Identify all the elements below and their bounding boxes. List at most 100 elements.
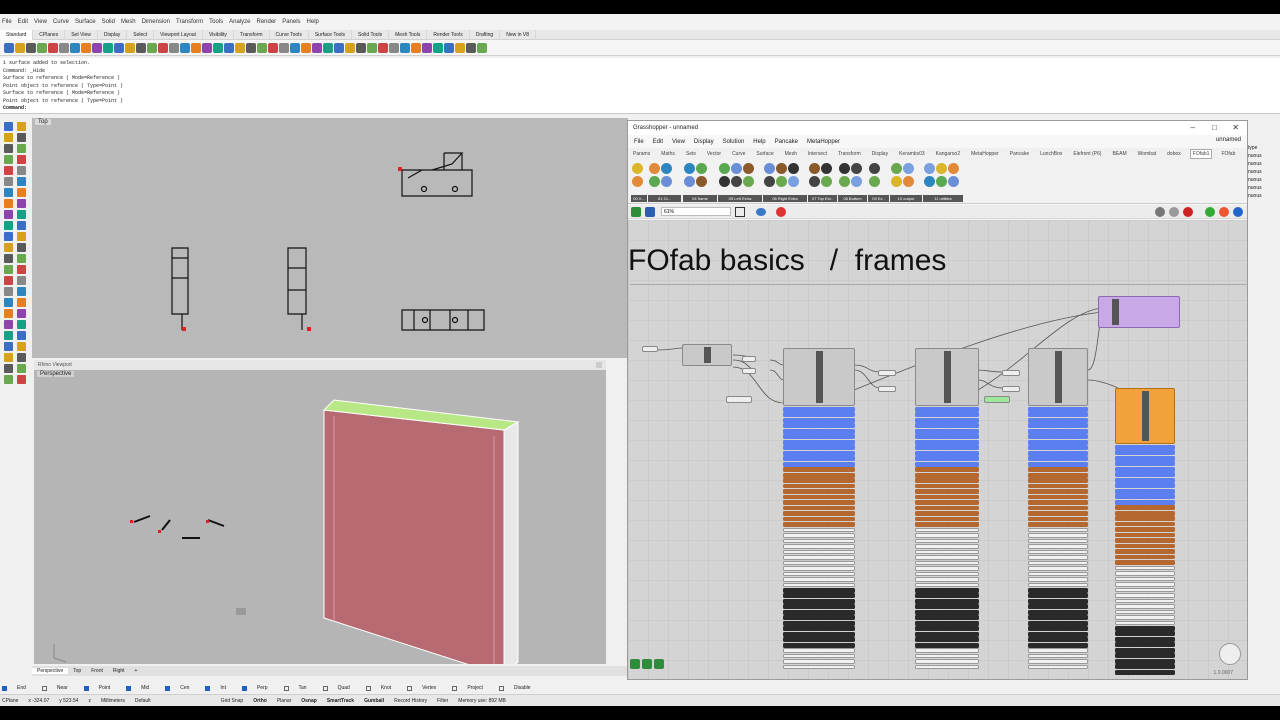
checkbox[interactable] [365, 685, 371, 691]
output-item[interactable] [783, 505, 855, 511]
toolbar-tool-icon[interactable] [158, 42, 168, 53]
toolbar-tab[interactable]: Surface Tools [309, 29, 353, 40]
toolbar-tool-icon[interactable] [477, 42, 487, 53]
toolbar-tool-icon[interactable] [290, 42, 300, 53]
toolbar-tool-icon[interactable] [257, 42, 267, 53]
output-item[interactable] [783, 604, 855, 610]
output-item[interactable] [1115, 598, 1175, 604]
tool-icon[interactable] [4, 364, 13, 373]
output-item[interactable] [1028, 571, 1088, 577]
output-item[interactable] [915, 522, 979, 527]
tool-icon[interactable] [17, 254, 26, 263]
save-file-icon[interactable] [645, 207, 655, 217]
gh-tab[interactable]: Params [631, 150, 652, 158]
zoom-input[interactable]: 61% [661, 207, 731, 216]
output-item[interactable] [783, 428, 855, 434]
toolbar-tool-icon[interactable] [345, 42, 355, 53]
output-item[interactable] [1115, 510, 1175, 516]
output-item[interactable] [1115, 461, 1175, 467]
gh-tab[interactable]: Kerambs03 [897, 150, 927, 158]
component-icon[interactable] [776, 163, 787, 174]
gh-menu-item[interactable]: View [672, 139, 685, 145]
osnap-item[interactable]: Int [205, 685, 234, 691]
component-icon[interactable] [891, 163, 902, 174]
output-item[interactable] [1115, 658, 1175, 664]
gh-tab[interactable]: Surface [754, 150, 775, 158]
output-item[interactable] [783, 423, 855, 429]
output-item[interactable] [1115, 505, 1175, 511]
output-item[interactable] [783, 566, 855, 571]
output-item[interactable] [915, 461, 979, 467]
osnap-item[interactable]: Cen [165, 685, 197, 691]
output-item[interactable] [783, 626, 855, 632]
toolbar-tab[interactable]: Set View [65, 29, 98, 40]
output-item[interactable] [783, 407, 855, 412]
output-item[interactable] [915, 489, 979, 494]
output-item[interactable] [783, 494, 855, 500]
toolbar-tool-icon[interactable] [180, 42, 190, 53]
toolbar-tool-icon[interactable] [246, 42, 256, 53]
toolbar-tab[interactable]: Render Tools [427, 29, 470, 40]
gh-tab[interactable]: Mesh [783, 150, 799, 158]
output-item[interactable] [1028, 549, 1088, 555]
tool-icon[interactable] [17, 177, 26, 186]
output-item[interactable] [1028, 659, 1088, 664]
tool-icon[interactable] [4, 122, 13, 131]
toggle-node[interactable] [984, 396, 1010, 403]
output-item[interactable] [1115, 587, 1175, 593]
output-item[interactable] [783, 461, 855, 467]
output-item[interactable] [783, 560, 855, 566]
checkbox[interactable] [283, 685, 289, 691]
tool-icon[interactable] [4, 342, 13, 351]
checkbox[interactable] [452, 685, 458, 691]
toolbar-tool-icon[interactable] [37, 42, 47, 53]
toolbar-tool-icon[interactable] [26, 42, 36, 53]
tool-icon[interactable] [4, 375, 13, 384]
output-item[interactable] [1028, 439, 1088, 445]
osnap-item[interactable]: Perp [241, 685, 276, 691]
component-icon[interactable] [891, 176, 902, 187]
toolbar-tool-icon[interactable] [224, 42, 234, 53]
output-item[interactable] [915, 615, 979, 621]
output-item[interactable] [915, 549, 979, 555]
output-item[interactable] [915, 533, 979, 538]
component-icon[interactable] [948, 163, 959, 174]
menu-item[interactable]: Mesh [121, 19, 136, 25]
tool-icon[interactable] [17, 276, 26, 285]
toolbar-tab[interactable]: Standard [0, 29, 34, 40]
output-item[interactable] [1115, 609, 1175, 615]
perspective-viewport-titlebar[interactable]: Rhino Viewport [34, 360, 606, 370]
output-item[interactable] [1115, 466, 1175, 472]
component-icon[interactable] [851, 176, 862, 187]
osnap-item[interactable]: Knot [365, 685, 399, 691]
output-item[interactable] [783, 615, 855, 621]
checkbox[interactable] [2, 685, 7, 691]
gh-menu-item[interactable]: Solution [723, 139, 745, 145]
toolbar-tool-icon[interactable] [125, 42, 135, 53]
gh-menu-item[interactable]: Help [753, 139, 765, 145]
tool-icon[interactable] [17, 155, 26, 164]
menu-item[interactable]: Tools [209, 19, 223, 25]
output-item[interactable] [1115, 455, 1175, 461]
output-item[interactable] [783, 555, 855, 560]
perspective-viewport[interactable]: Perspective [34, 370, 606, 664]
component-icon[interactable] [821, 163, 832, 174]
toolbar-tool-icon[interactable] [422, 42, 432, 53]
toolbar-tool-icon[interactable] [378, 42, 388, 53]
output-item[interactable] [915, 428, 979, 434]
number-param[interactable] [642, 346, 658, 352]
tool-icon[interactable] [17, 265, 26, 274]
output-item[interactable] [1115, 625, 1175, 631]
output-item[interactable] [1028, 593, 1088, 599]
component-icon[interactable] [661, 163, 672, 174]
tool-icon[interactable] [17, 287, 26, 296]
component-icon[interactable] [649, 176, 660, 187]
output-item[interactable] [1115, 494, 1175, 500]
output-item[interactable] [1115, 664, 1175, 670]
output-item[interactable] [915, 417, 979, 423]
component-icon[interactable] [696, 176, 707, 187]
tool-icon[interactable] [4, 243, 13, 252]
maximize-icon[interactable]: □ [1212, 121, 1217, 135]
output-item[interactable] [1028, 620, 1088, 626]
component-icon[interactable] [851, 163, 862, 174]
